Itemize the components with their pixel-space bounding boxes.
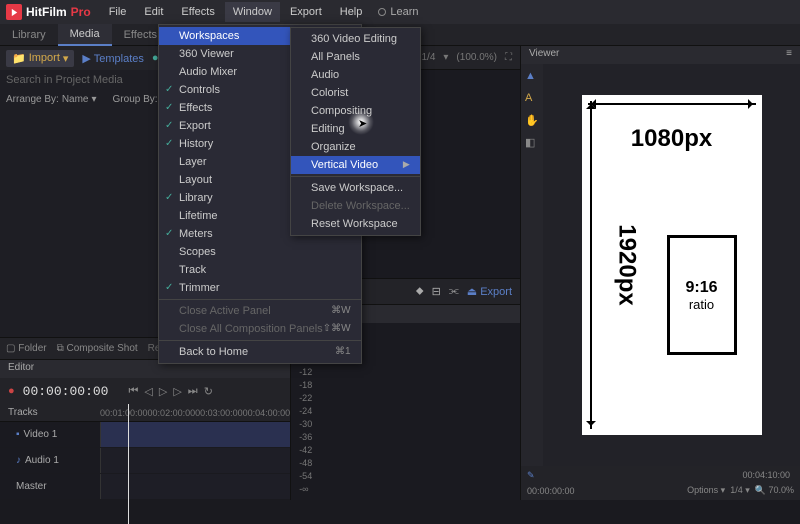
ws-audio[interactable]: Audio bbox=[291, 66, 420, 84]
ws-reset[interactable]: Reset Workspace bbox=[291, 215, 420, 233]
ws-delete: Delete Workspace... bbox=[291, 197, 420, 215]
link-icon[interactable]: ⫘ bbox=[449, 285, 459, 298]
ws-colorist[interactable]: Colorist bbox=[291, 84, 420, 102]
track-audio-1[interactable]: ♪Audio 1 bbox=[0, 448, 290, 474]
check-icon: ✓ bbox=[165, 192, 173, 203]
viewer-panel-header: Viewer ≡ bbox=[521, 46, 800, 64]
check-icon: ✓ bbox=[165, 102, 173, 113]
track-video-1[interactable]: ▪Video 1 bbox=[0, 422, 290, 448]
quality-dropdown[interactable]: 1/4 bbox=[730, 485, 743, 495]
ratio-box: 9:16 ratio bbox=[667, 235, 737, 355]
app-edition: Pro bbox=[71, 5, 91, 19]
video-icon: ▪ bbox=[16, 429, 20, 440]
tab-media[interactable]: Media bbox=[58, 24, 112, 46]
app-logo: HitFilm Pro bbox=[6, 4, 91, 20]
viewer-tc-end: 00:04:10:00 bbox=[742, 470, 790, 480]
menu-edit[interactable]: Edit bbox=[136, 2, 171, 22]
prev-frame-icon[interactable]: ◁ bbox=[144, 385, 152, 398]
skip-start-icon[interactable]: ⏮ bbox=[128, 385, 138, 398]
width-arrow bbox=[588, 103, 756, 105]
viewer-title: Viewer bbox=[529, 48, 559, 62]
ws-all-panels[interactable]: All Panels bbox=[291, 48, 420, 66]
chevron-right-icon: ▶ bbox=[403, 159, 410, 171]
play-icon bbox=[6, 4, 22, 20]
text-tool-icon[interactable]: A bbox=[525, 92, 539, 106]
preview-quality[interactable]: 1/4 bbox=[421, 52, 435, 63]
viewer-tc-start[interactable]: 00:00:00:00 bbox=[527, 486, 575, 496]
zoom-icon[interactable]: 🔍 bbox=[755, 485, 766, 495]
ws-360[interactable]: 360 Video Editing bbox=[291, 30, 420, 48]
menu-window[interactable]: Window bbox=[225, 2, 280, 22]
arrange-by-dropdown[interactable]: Arrange By: Name ▾ bbox=[6, 94, 97, 105]
select-tool-icon[interactable]: ▲ bbox=[525, 70, 539, 84]
hand-tool-icon[interactable]: ✋ bbox=[525, 114, 539, 128]
ws-vertical-video[interactable]: Vertical Video▶ bbox=[291, 156, 420, 174]
export-button[interactable]: ⏏ Export bbox=[467, 285, 512, 298]
canvas-frame: 1080px 1920px 9:16 ratio bbox=[582, 95, 762, 435]
track-master[interactable]: Master bbox=[0, 474, 290, 500]
menu-scopes[interactable]: Scopes bbox=[159, 243, 361, 261]
fullscreen-icon[interactable]: ⛶ bbox=[505, 52, 512, 63]
height-label: 1920px bbox=[612, 224, 640, 305]
check-icon: ✓ bbox=[165, 282, 173, 293]
import-label: Import bbox=[29, 52, 60, 64]
check-icon: ✓ bbox=[165, 120, 173, 131]
mask-tool-icon[interactable]: ◧ bbox=[525, 136, 539, 150]
tab-library[interactable]: Library bbox=[0, 25, 58, 45]
playhead[interactable] bbox=[128, 404, 129, 524]
record-icon[interactable]: ● bbox=[8, 385, 15, 397]
check-icon: ✓ bbox=[165, 228, 173, 239]
menu-track[interactable]: Track bbox=[159, 261, 361, 279]
menu-close-all: Close All Composition Panels⇧⌘W bbox=[159, 320, 361, 338]
menu-effects[interactable]: Effects bbox=[173, 2, 222, 22]
menu-help[interactable]: Help bbox=[332, 2, 371, 22]
width-label: 1080px bbox=[582, 125, 762, 153]
timeline-toolbar: ● 00:00:00:00 ⏮ ◁ ▷ ▷ ⏭ ↻ bbox=[0, 378, 290, 404]
check-icon: ✓ bbox=[165, 138, 173, 149]
learn-button[interactable]: Learn bbox=[378, 6, 418, 18]
transport-controls: ⏮ ◁ ▷ ▷ ⏭ ↻ bbox=[128, 385, 212, 398]
menu-file[interactable]: File bbox=[101, 2, 135, 22]
viewer-canvas[interactable]: 1080px 1920px 9:16 ratio bbox=[543, 64, 800, 466]
zoom-value[interactable]: 70.0% bbox=[768, 485, 794, 495]
ws-compositing[interactable]: Compositing bbox=[291, 102, 420, 120]
skip-end-icon[interactable]: ⏭ bbox=[188, 385, 198, 398]
templates-label: Templates bbox=[94, 53, 144, 65]
circle-icon bbox=[378, 8, 386, 16]
menu-trimmer[interactable]: ✓Trimmer bbox=[159, 279, 361, 297]
preview-zoom[interactable]: (100.0%) bbox=[456, 52, 497, 63]
menu-close-active: Close Active Panel⌘W bbox=[159, 302, 361, 320]
workspaces-submenu: 360 Video Editing All Panels Audio Color… bbox=[290, 27, 421, 236]
audio-icon: ♪ bbox=[16, 455, 21, 466]
templates-button[interactable]: ▶ Templates bbox=[82, 52, 143, 65]
pen-tool-icon[interactable]: ✎ bbox=[527, 470, 535, 481]
play-icon[interactable]: ▷ bbox=[159, 385, 167, 398]
menubar: HitFilm Pro File Edit Effects Window Exp… bbox=[0, 0, 800, 24]
ws-editing[interactable]: Editing bbox=[291, 120, 420, 138]
tracks-label: Tracks bbox=[0, 407, 100, 418]
learn-label: Learn bbox=[390, 6, 418, 18]
menu-export[interactable]: Export bbox=[282, 2, 330, 22]
marker-icon[interactable]: ⬥ bbox=[416, 285, 424, 298]
options-dropdown[interactable]: Options ▾ bbox=[687, 485, 725, 495]
check-icon: ✓ bbox=[165, 84, 173, 95]
app-name: HitFilm bbox=[26, 5, 67, 19]
snap-icon[interactable]: ⊟ bbox=[432, 285, 441, 298]
comp-shot-button[interactable]: ⧉ Composite Shot bbox=[57, 343, 138, 354]
ws-organize[interactable]: Organize bbox=[291, 138, 420, 156]
viewer-toolbar: ▲ A ✋ ◧ bbox=[521, 64, 543, 466]
panel-menu-icon[interactable]: ≡ bbox=[786, 48, 792, 62]
ws-save[interactable]: Save Workspace... bbox=[291, 179, 420, 197]
viewer-footer: ✎ 00:00:00:00 Options ▾ 1/4 ▾ 🔍 70.0% 00… bbox=[521, 466, 800, 500]
next-frame-icon[interactable]: ▷ bbox=[173, 385, 181, 398]
folder-button[interactable]: ▢ Folder bbox=[6, 343, 47, 354]
import-button[interactable]: 📁 Import ▾ bbox=[6, 50, 74, 67]
loop-icon[interactable]: ↻ bbox=[204, 385, 213, 398]
timecode[interactable]: 00:00:00:00 bbox=[23, 384, 109, 399]
menu-back-home[interactable]: Back to Home⌘1 bbox=[159, 343, 361, 361]
